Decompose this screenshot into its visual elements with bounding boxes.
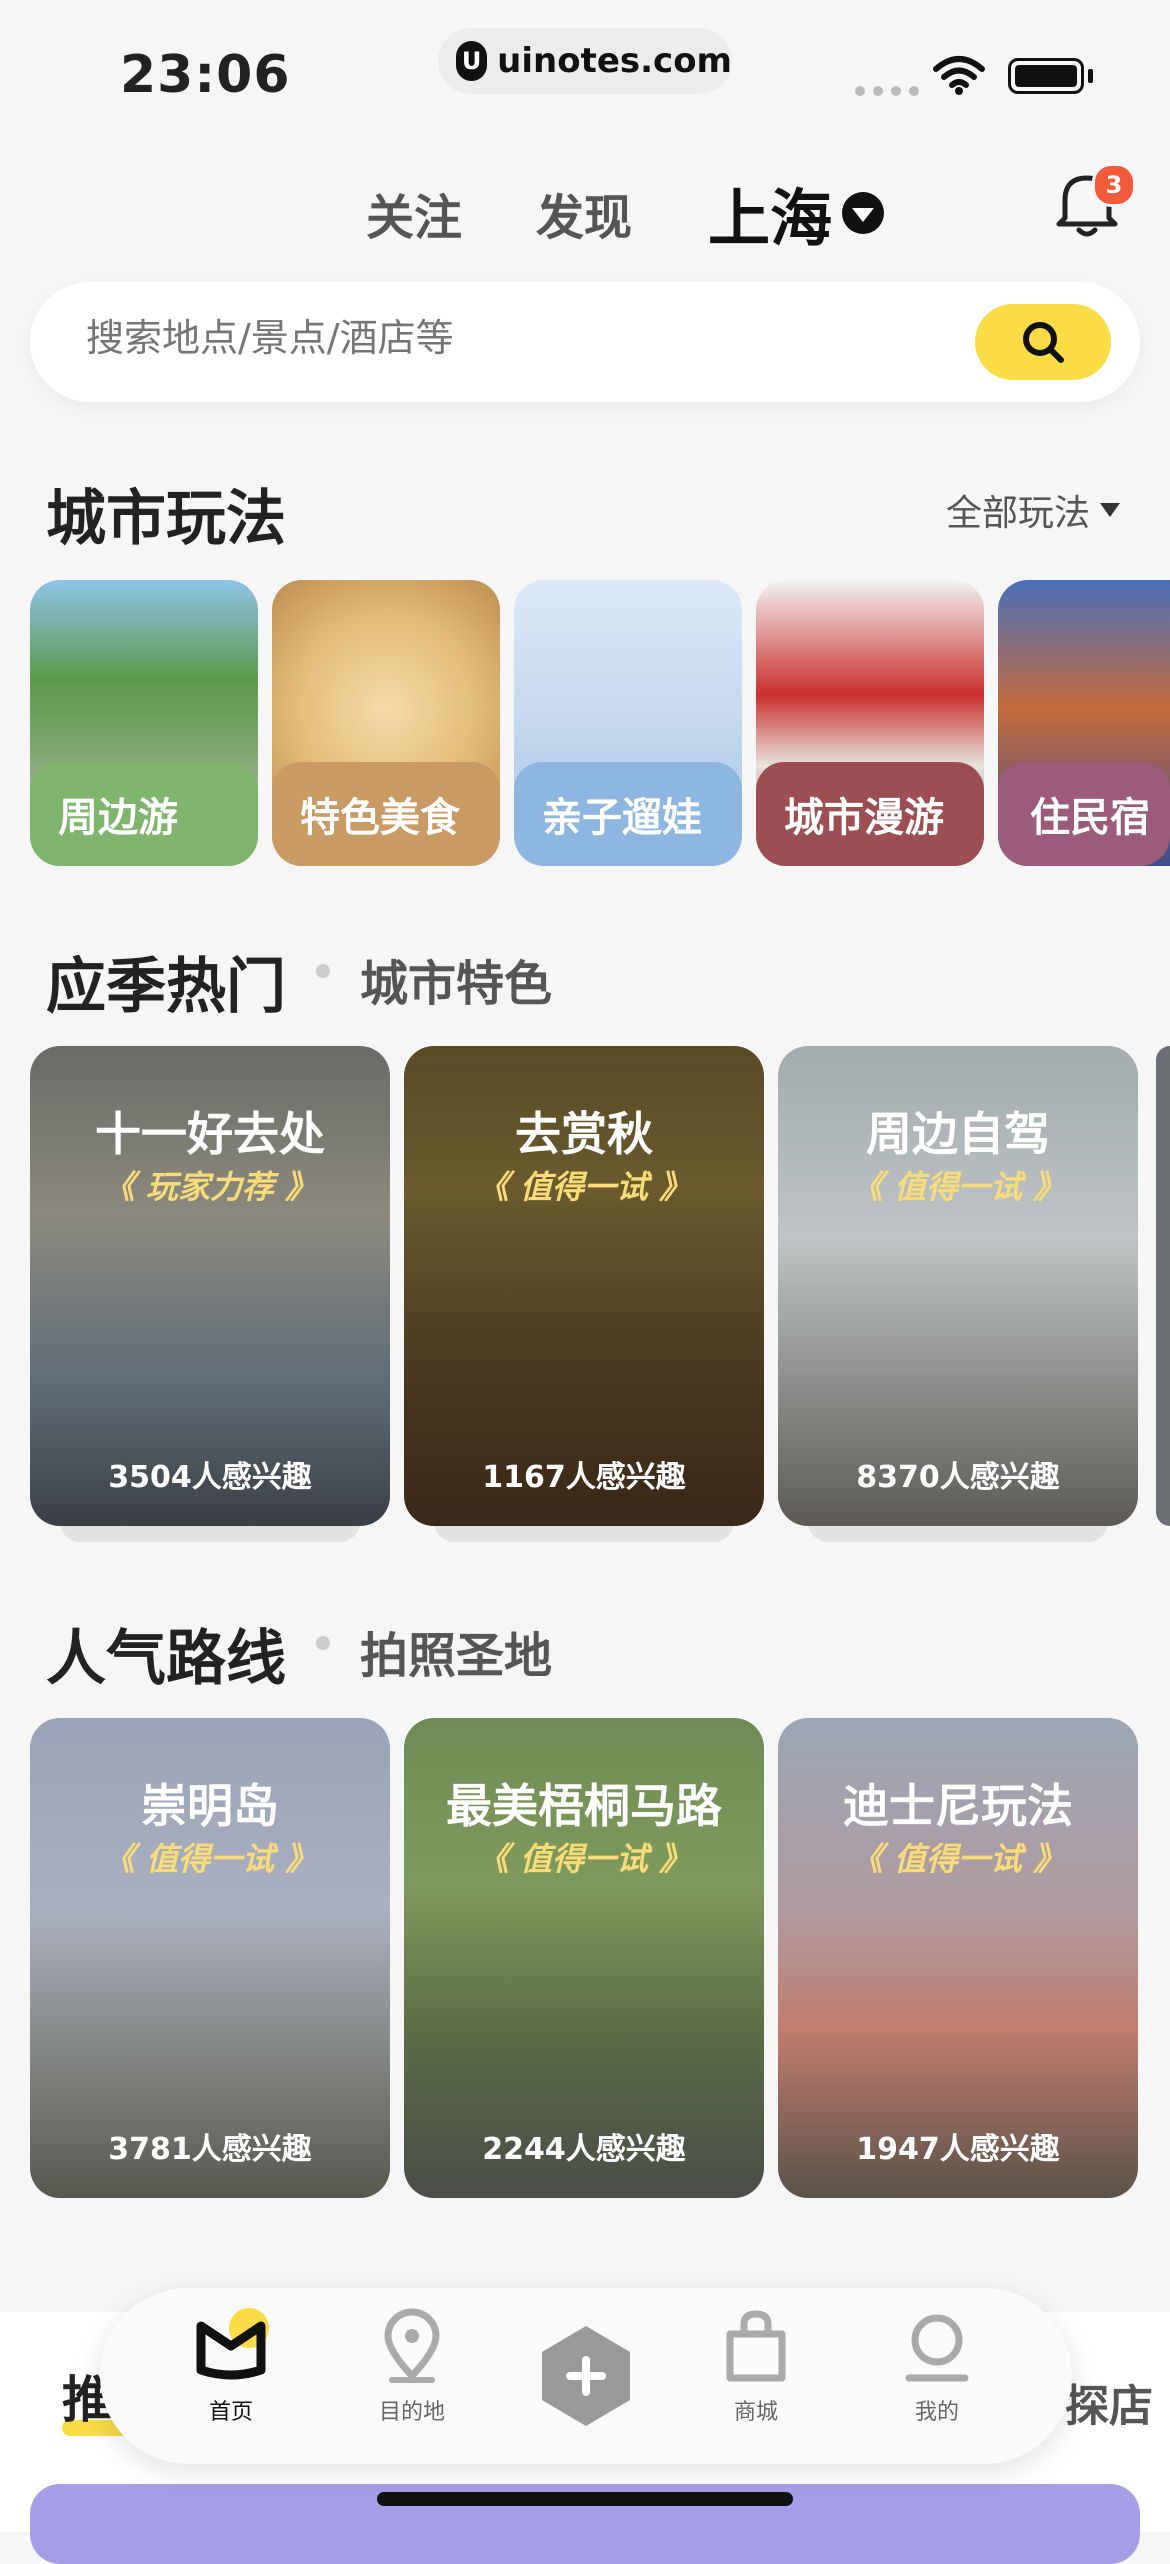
play-card-family[interactable]: 亲子遛娃 [514,580,742,866]
wifi-icon [933,56,985,95]
section-title-seasonal: 应季热门 [46,952,286,1022]
card-title: 崇明岛 [141,1779,279,1833]
tab-label: 商城 [733,2400,778,2425]
battery-cap [1088,69,1093,83]
card-title: 最美梧桐马路 [446,1779,722,1833]
notification-badge: 3 [1092,163,1136,207]
route-card[interactable]: 最美梧桐马路 《 值得一试 》 2244人感兴趣 [404,1718,764,2198]
interest-count: 1167人感兴趣 [482,1460,686,1495]
all-play-label: 全部玩法 [946,493,1091,534]
play-card-label: 亲子遛娃 [514,762,742,866]
section-title-routes: 人气路线 [46,1624,286,1694]
home-m-icon [196,2308,269,2380]
site-logo-icon: U [456,41,488,81]
card-tag: 《 值得一试 》 [102,1840,318,1878]
card-title: 迪士尼玩法 [843,1779,1073,1833]
card-title: 十一好去处 [95,1107,325,1161]
play-card-city-walk[interactable]: 城市漫游 [756,580,984,866]
seasonal-card[interactable]: 十一好去处 《 玩家力荐 》 3504人感兴趣 [30,1046,390,1526]
card-tag: 《 玩家力荐 》 [102,1168,318,1206]
play-card-homestay[interactable]: 住民宿 [998,580,1170,866]
interest-count: 3504人感兴趣 [108,1460,312,1495]
all-play-dropdown[interactable]: 全部玩法 [946,484,1121,536]
play-card-label: 周边游 [30,762,258,866]
url-pill[interactable]: U uinotes.com [438,28,732,94]
interest-count: 1947人感兴趣 [856,2132,1060,2167]
tab-label: 目的地 [378,2400,445,2425]
tab-discover[interactable]: 发现 [536,178,632,248]
seasonal-card[interactable]: 去赏秋 《 值得一试 》 1167人感兴趣 [404,1046,764,1526]
play-card-label: 住民宿 [998,762,1170,866]
separator-dot [316,964,330,978]
plus-icon [542,2326,630,2426]
card-tag: 《 值得一试 》 [476,1840,692,1878]
tab-follow[interactable]: 关注 [366,178,462,248]
chevron-down-icon [842,192,885,234]
separator-dot [316,1636,330,1650]
location-pin-icon [384,2308,440,2383]
tab-mall[interactable]: 商城 [691,2306,821,2426]
play-card-label: 特色美食 [272,762,500,866]
card-tag: 《 值得一试 》 [476,1168,692,1206]
city-name: 上海 [708,182,833,255]
shopping-bag-icon [726,2310,786,2382]
feed-tab-explore-shops[interactable]: 探店 [1065,2370,1153,2434]
play-card-food[interactable]: 特色美食 [272,580,500,866]
bottom-tab-bar: 首页 目的地 商城 我的 [100,2288,1072,2464]
interest-count: 3781人感兴趣 [108,2132,312,2167]
tab-post[interactable] [521,2324,651,2428]
user-icon [905,2314,969,2382]
section-subtitle-routes[interactable]: 拍照圣地 [360,1616,552,1686]
battery-icon [1008,58,1084,94]
route-card[interactable]: 崇明岛 《 值得一试 》 3781人感兴趣 [30,1718,390,2198]
tab-destination[interactable]: 目的地 [347,2306,477,2426]
tab-label: 我的 [914,2400,959,2425]
tab-profile[interactable]: 我的 [872,2306,1002,2426]
seasonal-card-peek[interactable] [1156,1046,1170,1526]
section-subtitle-seasonal[interactable]: 城市特色 [360,944,552,1014]
card-tag: 《 值得一试 》 [850,1168,1066,1206]
section-title-city-play: 城市玩法 [46,484,286,554]
interest-count: 2244人感兴趣 [482,2132,686,2167]
tab-home[interactable]: 首页 [166,2306,296,2426]
card-tag: 《 值得一试 》 [850,1840,1066,1878]
route-card[interactable]: 迪士尼玩法 《 值得一试 》 1947人感兴趣 [778,1718,1138,2198]
search-input[interactable] [84,315,888,361]
url-text: uinotes.com [497,41,732,81]
home-indicator [377,2492,793,2506]
play-card-nearby[interactable]: 周边游 [30,580,258,866]
seasonal-card[interactable]: 周边自驾 《 值得一试 》 8370人感兴趣 [778,1046,1138,1526]
cellular-signal-icon [855,86,919,96]
search-button[interactable] [975,304,1111,380]
search-icon [1023,322,1064,363]
search-bar[interactable] [30,282,1140,402]
interest-count: 8370人感兴趣 [856,1460,1060,1495]
city-selector[interactable]: 上海 [708,168,885,258]
caret-down-icon [1100,503,1121,517]
card-title: 去赏秋 [515,1107,653,1161]
card-title: 周边自驾 [866,1107,1050,1161]
tab-label: 首页 [208,2400,253,2425]
status-time: 23:06 [120,45,291,105]
play-card-label: 城市漫游 [756,762,984,866]
